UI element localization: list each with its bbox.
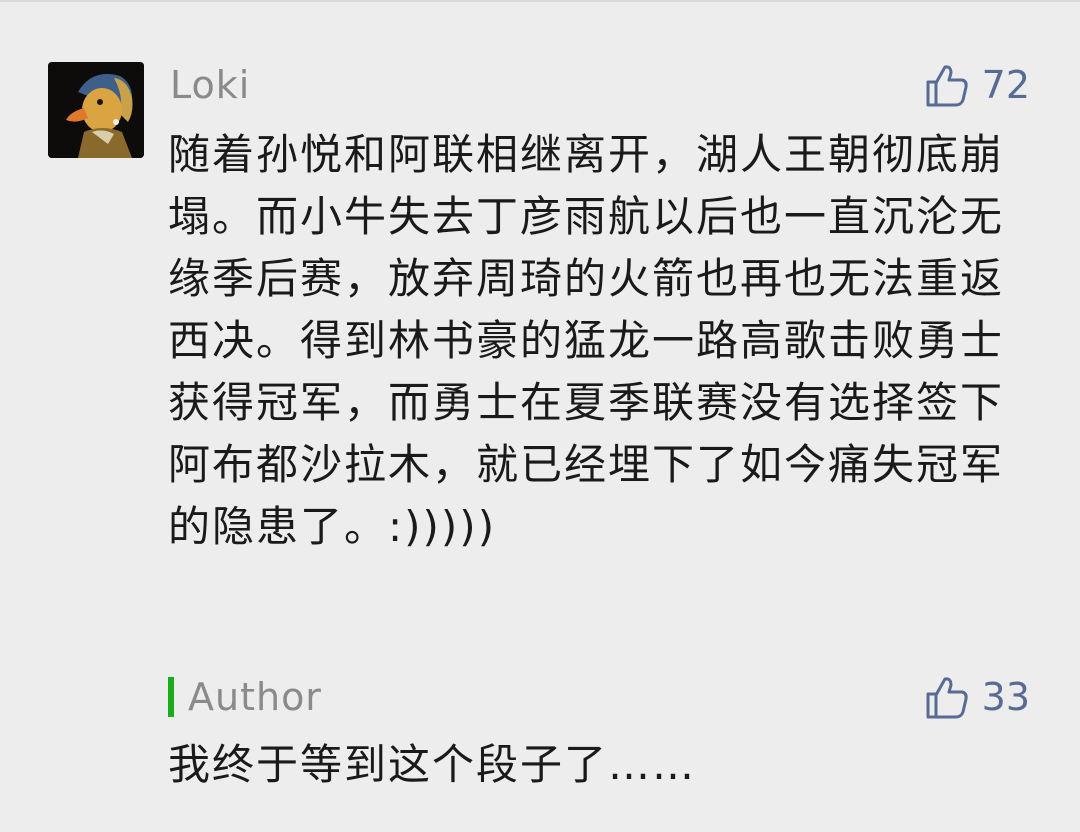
reply-like-count: 33 (981, 675, 1030, 719)
thumbs-up-icon (926, 677, 968, 719)
author-label: Author (188, 675, 322, 719)
thumbs-up-icon (926, 65, 968, 107)
author-indicator-bar (168, 677, 174, 717)
avatar-image (48, 62, 144, 158)
author-reply-header: Author (168, 674, 322, 720)
reply-like-button[interactable]: 33 (924, 674, 1030, 720)
comment-like-button[interactable]: 72 (924, 62, 1030, 108)
top-divider (0, 0, 1080, 2)
comment-username[interactable]: Loki (170, 62, 250, 108)
comment-text: 随着孙悦和阿联相继离开，湖人王朝彻底崩塌。而小牛失去丁彦雨航以后也一直沉沦无缘季… (168, 130, 1005, 551)
avatar[interactable] (48, 62, 144, 158)
comment-like-count: 72 (981, 63, 1030, 107)
reply-text: 我终于等到这个段子了…… (168, 740, 697, 789)
